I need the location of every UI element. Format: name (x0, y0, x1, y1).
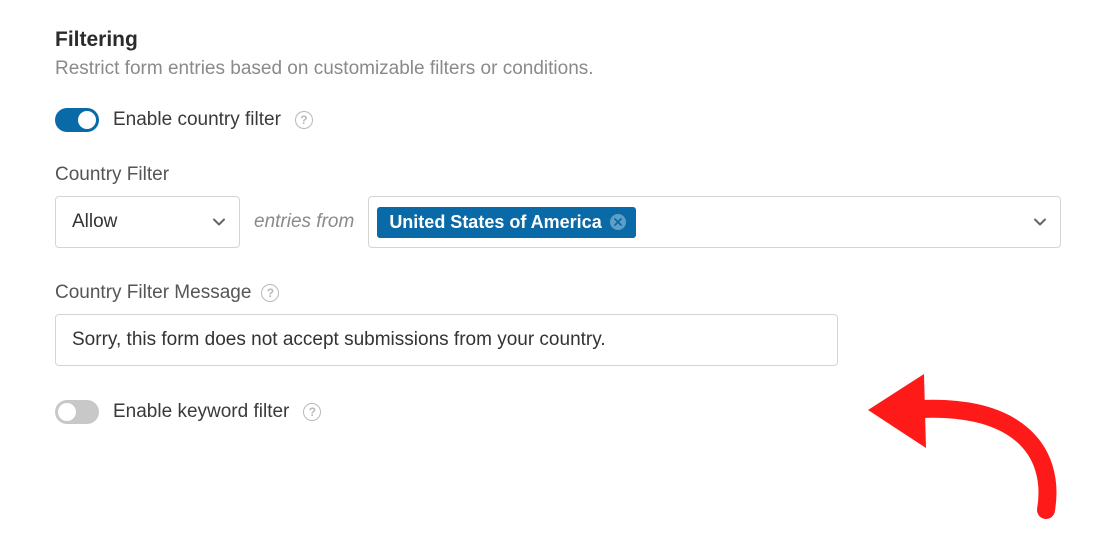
arrow-annotation (846, 340, 1086, 520)
enable-country-filter-row: Enable country filter ? (55, 108, 1061, 132)
help-icon[interactable]: ? (261, 284, 279, 302)
entries-from-text: entries from (254, 211, 354, 233)
country-filter-message-input[interactable] (55, 314, 838, 366)
country-filter-message-block: Country Filter Message ? (55, 282, 1061, 366)
country-filter-row: Allow entries from United States of Amer… (55, 196, 1061, 248)
enable-keyword-filter-row: Enable keyword filter ? (55, 400, 1061, 424)
enable-keyword-filter-label: Enable keyword filter (113, 401, 289, 423)
country-filter-action-value: Allow (72, 211, 117, 233)
country-filter-message-label: Country Filter Message ? (55, 282, 1061, 304)
country-chip-label: United States of America (389, 212, 601, 233)
close-icon[interactable] (610, 214, 626, 230)
section-title: Filtering (55, 28, 1061, 52)
country-select[interactable]: United States of America (368, 196, 1061, 248)
section-description: Restrict form entries based on customiza… (55, 58, 1061, 80)
enable-country-filter-toggle[interactable] (55, 108, 99, 132)
enable-keyword-filter-toggle[interactable] (55, 400, 99, 424)
country-chip: United States of America (377, 207, 635, 238)
help-icon[interactable]: ? (295, 111, 313, 129)
chevron-down-icon (211, 214, 227, 230)
country-filter-label: Country Filter (55, 164, 1061, 186)
country-filter-action-select[interactable]: Allow (55, 196, 240, 248)
help-icon[interactable]: ? (303, 403, 321, 421)
enable-country-filter-label: Enable country filter (113, 109, 281, 131)
chevron-down-icon (1032, 214, 1048, 230)
